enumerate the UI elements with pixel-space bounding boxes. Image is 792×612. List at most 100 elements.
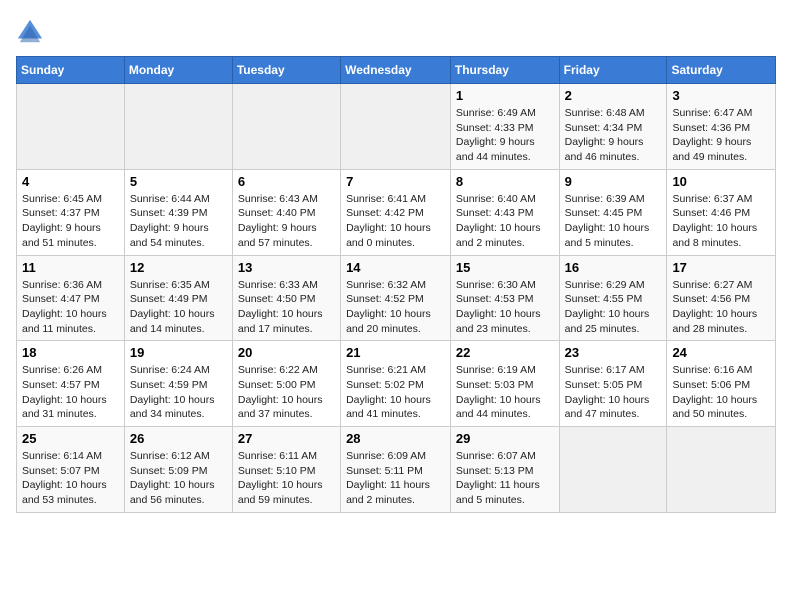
day-info: Sunrise: 6:48 AM Sunset: 4:34 PM Dayligh… <box>565 106 662 165</box>
weekday-header-thursday: Thursday <box>450 57 559 84</box>
logo <box>16 20 46 48</box>
calendar-week-row: 1 Sunrise: 6:49 AM Sunset: 4:33 PM Daylig… <box>17 84 776 170</box>
day-info: Sunrise: 6:11 AM Sunset: 5:10 PM Dayligh… <box>238 449 335 508</box>
calendar-cell: 10 Sunrise: 6:37 AM Sunset: 4:46 PM Dayli… <box>667 169 776 255</box>
day-number: 2 <box>565 88 662 103</box>
calendar-cell: 19 Sunrise: 6:24 AM Sunset: 4:59 PM Dayli… <box>124 341 232 427</box>
calendar-cell <box>232 84 340 170</box>
day-number: 15 <box>456 260 554 275</box>
day-info: Sunrise: 6:30 AM Sunset: 4:53 PM Dayligh… <box>456 278 554 337</box>
day-info: Sunrise: 6:49 AM Sunset: 4:33 PM Dayligh… <box>456 106 554 165</box>
calendar-cell: 12 Sunrise: 6:35 AM Sunset: 4:49 PM Dayli… <box>124 255 232 341</box>
day-number: 25 <box>22 431 119 446</box>
day-info: Sunrise: 6:35 AM Sunset: 4:49 PM Dayligh… <box>130 278 227 337</box>
day-number: 14 <box>346 260 445 275</box>
calendar-cell: 26 Sunrise: 6:12 AM Sunset: 5:09 PM Dayli… <box>124 427 232 513</box>
calendar-cell: 18 Sunrise: 6:26 AM Sunset: 4:57 PM Dayli… <box>17 341 125 427</box>
calendar-cell: 20Sunrise: 6:22 AM Sunset: 5:00 PM Dayli… <box>232 341 340 427</box>
day-number: 6 <box>238 174 335 189</box>
day-info: Sunrise: 6:12 AM Sunset: 5:09 PM Dayligh… <box>130 449 227 508</box>
weekday-header-friday: Friday <box>559 57 667 84</box>
day-number: 21 <box>346 345 445 360</box>
day-number: 9 <box>565 174 662 189</box>
day-info: Sunrise: 6:22 AM Sunset: 5:00 PM Dayligh… <box>238 363 335 422</box>
calendar-week-row: 25 Sunrise: 6:14 AM Sunset: 5:07 PM Dayli… <box>17 427 776 513</box>
day-info: Sunrise: 6:47 AM Sunset: 4:36 PM Dayligh… <box>672 106 770 165</box>
calendar-week-row: 11 Sunrise: 6:36 AM Sunset: 4:47 PM Dayli… <box>17 255 776 341</box>
calendar-cell: 13Sunrise: 6:33 AM Sunset: 4:50 PM Dayli… <box>232 255 340 341</box>
day-number: 8 <box>456 174 554 189</box>
weekday-header-row: SundayMondayTuesdayWednesdayThursdayFrid… <box>17 57 776 84</box>
calendar-cell <box>341 84 451 170</box>
day-number: 4 <box>22 174 119 189</box>
calendar-cell: 16 Sunrise: 6:29 AM Sunset: 4:55 PM Dayli… <box>559 255 667 341</box>
calendar-cell: 4 Sunrise: 6:45 AM Sunset: 4:37 PM Daylig… <box>17 169 125 255</box>
day-number: 26 <box>130 431 227 446</box>
day-number: 11 <box>22 260 119 275</box>
day-info: Sunrise: 6:32 AM Sunset: 4:52 PM Dayligh… <box>346 278 445 337</box>
day-info: Sunrise: 6:37 AM Sunset: 4:46 PM Dayligh… <box>672 192 770 251</box>
day-info: Sunrise: 6:41 AM Sunset: 4:42 PM Dayligh… <box>346 192 445 251</box>
calendar-cell <box>124 84 232 170</box>
calendar-cell: 5 Sunrise: 6:44 AM Sunset: 4:39 PM Daylig… <box>124 169 232 255</box>
day-number: 7 <box>346 174 445 189</box>
weekday-header-monday: Monday <box>124 57 232 84</box>
calendar-cell <box>17 84 125 170</box>
day-info: Sunrise: 6:09 AM Sunset: 5:11 PM Dayligh… <box>346 449 445 508</box>
day-info: Sunrise: 6:33 AM Sunset: 4:50 PM Dayligh… <box>238 278 335 337</box>
day-info: Sunrise: 6:16 AM Sunset: 5:06 PM Dayligh… <box>672 363 770 422</box>
calendar-cell <box>559 427 667 513</box>
calendar-cell: 24 Sunrise: 6:16 AM Sunset: 5:06 PM Dayli… <box>667 341 776 427</box>
day-number: 23 <box>565 345 662 360</box>
calendar-cell: 17 Sunrise: 6:27 AM Sunset: 4:56 PM Dayli… <box>667 255 776 341</box>
day-number: 18 <box>22 345 119 360</box>
day-number: 10 <box>672 174 770 189</box>
day-number: 28 <box>346 431 445 446</box>
day-number: 5 <box>130 174 227 189</box>
day-info: Sunrise: 6:21 AM Sunset: 5:02 PM Dayligh… <box>346 363 445 422</box>
day-info: Sunrise: 6:27 AM Sunset: 4:56 PM Dayligh… <box>672 278 770 337</box>
calendar-cell: 22 Sunrise: 6:19 AM Sunset: 5:03 PM Dayli… <box>450 341 559 427</box>
day-info: Sunrise: 6:26 AM Sunset: 4:57 PM Dayligh… <box>22 363 119 422</box>
calendar-cell: 9Sunrise: 6:39 AM Sunset: 4:45 PM Daylig… <box>559 169 667 255</box>
calendar-cell: 11 Sunrise: 6:36 AM Sunset: 4:47 PM Dayli… <box>17 255 125 341</box>
calendar-week-row: 18 Sunrise: 6:26 AM Sunset: 4:57 PM Dayli… <box>17 341 776 427</box>
day-info: Sunrise: 6:19 AM Sunset: 5:03 PM Dayligh… <box>456 363 554 422</box>
day-info: Sunrise: 6:14 AM Sunset: 5:07 PM Dayligh… <box>22 449 119 508</box>
calendar-table: SundayMondayTuesdayWednesdayThursdayFrid… <box>16 56 776 513</box>
day-info: Sunrise: 6:44 AM Sunset: 4:39 PM Dayligh… <box>130 192 227 251</box>
calendar-cell: 6 Sunrise: 6:43 AM Sunset: 4:40 PM Daylig… <box>232 169 340 255</box>
calendar-cell: 29 Sunrise: 6:07 AM Sunset: 5:13 PM Dayli… <box>450 427 559 513</box>
day-number: 3 <box>672 88 770 103</box>
calendar-cell: 8 Sunrise: 6:40 AM Sunset: 4:43 PM Daylig… <box>450 169 559 255</box>
day-info: Sunrise: 6:43 AM Sunset: 4:40 PM Dayligh… <box>238 192 335 251</box>
day-info: Sunrise: 6:24 AM Sunset: 4:59 PM Dayligh… <box>130 363 227 422</box>
day-number: 12 <box>130 260 227 275</box>
calendar-cell <box>667 427 776 513</box>
day-number: 17 <box>672 260 770 275</box>
day-number: 19 <box>130 345 227 360</box>
day-info: Sunrise: 6:29 AM Sunset: 4:55 PM Dayligh… <box>565 278 662 337</box>
weekday-header-saturday: Saturday <box>667 57 776 84</box>
header <box>16 16 776 48</box>
day-info: Sunrise: 6:17 AM Sunset: 5:05 PM Dayligh… <box>565 363 662 422</box>
day-number: 24 <box>672 345 770 360</box>
calendar-cell: 14 Sunrise: 6:32 AM Sunset: 4:52 PM Dayli… <box>341 255 451 341</box>
calendar-cell: 23 Sunrise: 6:17 AM Sunset: 5:05 PM Dayli… <box>559 341 667 427</box>
day-number: 22 <box>456 345 554 360</box>
day-number: 29 <box>456 431 554 446</box>
calendar-week-row: 4 Sunrise: 6:45 AM Sunset: 4:37 PM Daylig… <box>17 169 776 255</box>
calendar-cell: 15 Sunrise: 6:30 AM Sunset: 4:53 PM Dayli… <box>450 255 559 341</box>
calendar-cell: 27 Sunrise: 6:11 AM Sunset: 5:10 PM Dayli… <box>232 427 340 513</box>
day-number: 27 <box>238 431 335 446</box>
calendar-cell: 21 Sunrise: 6:21 AM Sunset: 5:02 PM Dayli… <box>341 341 451 427</box>
day-number: 1 <box>456 88 554 103</box>
day-info: Sunrise: 6:36 AM Sunset: 4:47 PM Dayligh… <box>22 278 119 337</box>
weekday-header-wednesday: Wednesday <box>341 57 451 84</box>
day-info: Sunrise: 6:40 AM Sunset: 4:43 PM Dayligh… <box>456 192 554 251</box>
day-info: Sunrise: 6:45 AM Sunset: 4:37 PM Dayligh… <box>22 192 119 251</box>
calendar-cell: 1 Sunrise: 6:49 AM Sunset: 4:33 PM Daylig… <box>450 84 559 170</box>
calendar-cell: 3 Sunrise: 6:47 AM Sunset: 4:36 PM Daylig… <box>667 84 776 170</box>
day-info: Sunrise: 6:07 AM Sunset: 5:13 PM Dayligh… <box>456 449 554 508</box>
day-number: 16 <box>565 260 662 275</box>
